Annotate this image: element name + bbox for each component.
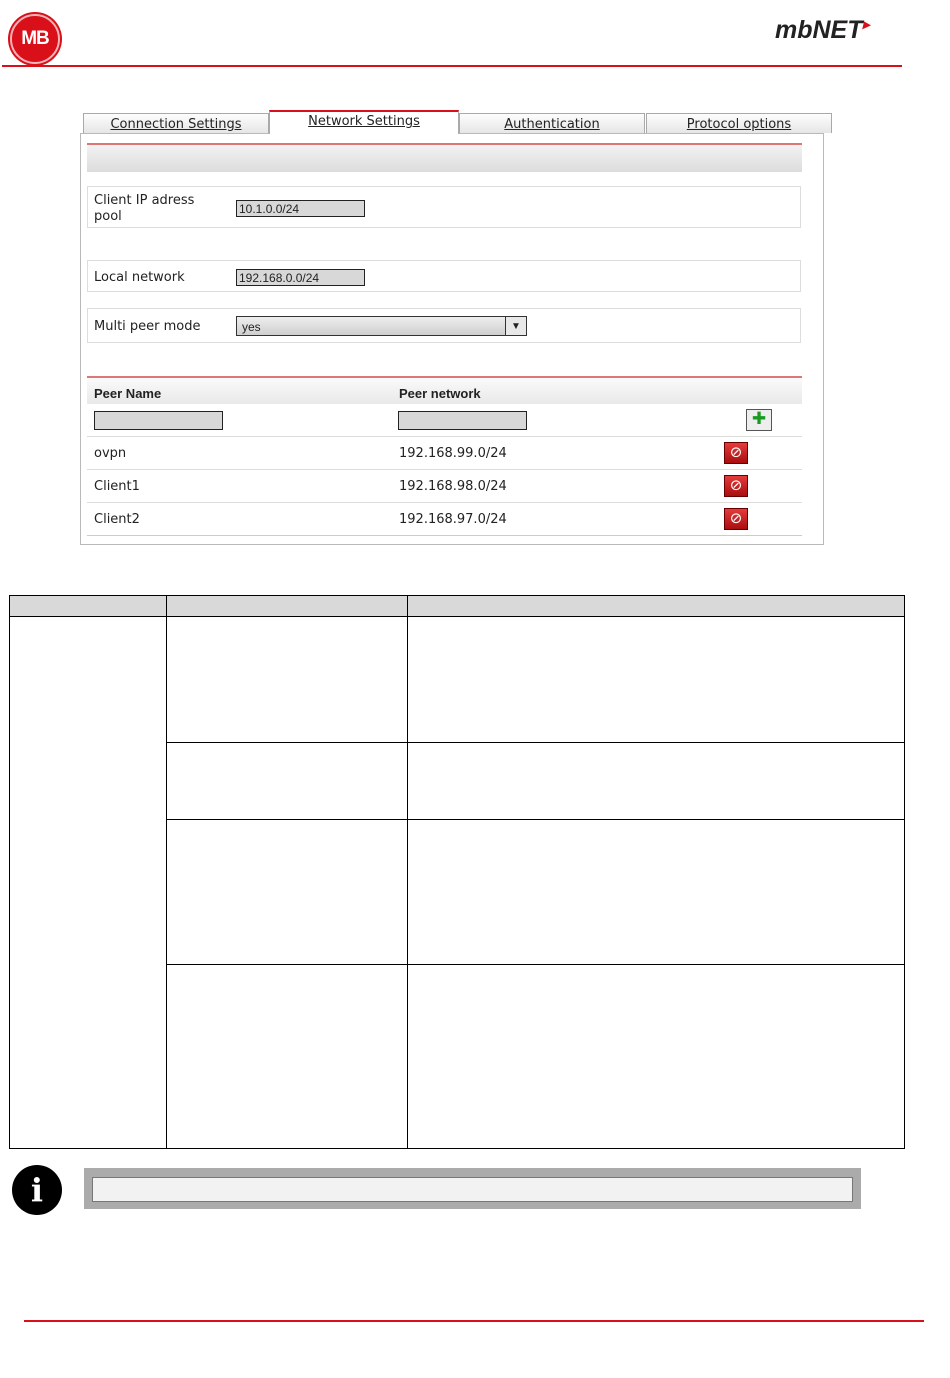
delete-icon: ⊘ [729,443,743,461]
new-peer-name-input[interactable] [94,411,223,430]
peer-name-column-header: Peer Name [94,386,162,401]
info-icon: i [12,1165,62,1215]
add-peer-button[interactable]: ✚ [746,409,772,431]
client-ip-pool-label: Client IP adress pool [94,193,195,224]
table-row: ovpn 192.168.99.0/24 ⊘ [87,437,802,470]
client-ip-pool-row: Client IP adress pool 10.1.0.0/24 [87,186,801,228]
multi-peer-mode-row: Multi peer mode yes ▼ [87,308,801,343]
delete-icon: ⊘ [729,476,743,494]
tab-protocol-options[interactable]: Protocol options [646,113,832,133]
table-row: Client2 192.168.97.0/24 ⊘ [87,503,802,536]
tab-network-settings[interactable]: Network Settings [269,110,459,134]
table-row-divider [166,964,905,965]
client-ip-pool-input[interactable]: 10.1.0.0/24 [236,200,365,217]
peer-network: 192.168.97.0/24 [399,512,507,527]
mb-logo: MB [10,14,60,64]
multi-peer-mode-select[interactable]: yes ▼ [236,316,527,336]
table-row: Client1 192.168.98.0/24 ⊘ [87,470,802,503]
peer-name: Client2 [94,512,140,527]
new-peer-network-input[interactable] [398,411,527,430]
doc-table-header [9,595,904,616]
peer-name: ovpn [94,446,127,461]
local-network-label: Local network [94,270,185,285]
table-border-right [904,595,905,1149]
delete-icon: ⊘ [729,509,743,527]
local-network-input[interactable]: 192.168.0.0/24 [236,269,365,286]
peer-network-column-header: Peer network [399,386,481,401]
tab-authentication[interactable]: Authentication [459,113,645,133]
peer-network: 192.168.99.0/24 [399,446,507,461]
brand-logo: mbNET▸ [775,16,870,45]
table-header-divider [9,616,905,617]
table-column-divider [407,595,408,1149]
delete-peer-button[interactable]: ⊘ [724,442,748,464]
multi-peer-mode-label: Multi peer mode [94,319,201,334]
table-column-divider [166,595,167,1149]
peer-add-row: ✚ [87,404,802,437]
add-icon: ✚ [751,409,767,429]
local-network-row: Local network 192.168.0.0/24 [87,260,801,292]
peer-network: 192.168.98.0/24 [399,479,507,494]
header-rule [2,65,902,67]
table-border-top [9,595,905,596]
footer-rule [24,1320,924,1322]
info-box-text [92,1177,853,1202]
table-row-divider [166,742,905,743]
table-border-left [9,595,10,1149]
table-border-bottom [9,1148,905,1149]
tab-connection-settings[interactable]: Connection Settings [83,113,269,133]
panel-header-bar [87,143,802,172]
brand-text: mbNET [775,16,863,44]
peer-name: Client1 [94,479,140,494]
chevron-down-icon[interactable]: ▼ [505,317,526,335]
multi-peer-mode-value: yes [242,320,261,334]
table-row-divider [166,819,905,820]
delete-peer-button[interactable]: ⊘ [724,508,748,530]
brand-mark: ▸ [862,16,870,32]
peer-table-header: Peer Name Peer network [87,376,802,404]
delete-peer-button[interactable]: ⊘ [724,475,748,497]
